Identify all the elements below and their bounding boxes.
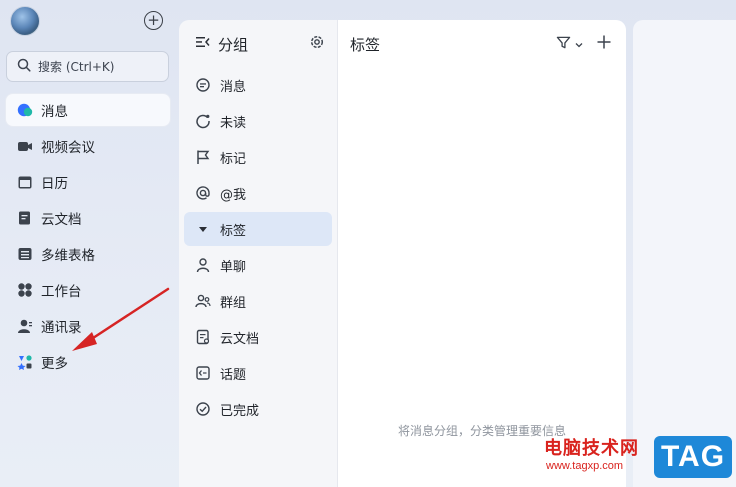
watermark-url: www.tagxp.com: [546, 460, 624, 472]
sidebar-item-label: 日历: [41, 176, 68, 192]
sidebar-item-label: 消息: [41, 104, 68, 120]
watermark-tag-logo: TAG: [654, 436, 732, 478]
collapse-sidebar-icon[interactable]: [195, 34, 211, 54]
group-item-groups[interactable]: 群组: [184, 284, 332, 318]
contacts-icon: [17, 318, 33, 334]
watermark: 电脑技术网 www.tagxp.com TAG: [540, 432, 736, 487]
group-item-done[interactable]: 已完成: [184, 392, 332, 426]
add-tag-button[interactable]: [596, 34, 612, 54]
plus-icon: [597, 35, 611, 49]
filter-icon: [556, 35, 571, 54]
group-item-label: 已完成: [220, 403, 260, 419]
chat-bubble-icon: [17, 102, 33, 118]
more-apps-icon: [17, 354, 33, 370]
add-button[interactable]: +: [144, 11, 163, 30]
sidebar-item-label: 通讯录: [41, 320, 82, 336]
at-icon: [195, 185, 211, 201]
group-item-flagged[interactable]: 标记: [184, 140, 332, 174]
chat-detail-pane: [633, 20, 736, 487]
group-item-label: 标记: [220, 151, 247, 167]
group-item-cloud-docs[interactable]: 云文档: [184, 320, 332, 354]
document-icon: [195, 329, 211, 345]
triangle-down-icon: [195, 221, 211, 237]
chevron-down-icon: [574, 35, 584, 54]
group-item-label: 话题: [220, 367, 247, 383]
sidebar-item-label: 工作台: [41, 284, 82, 300]
topic-icon: [195, 365, 211, 381]
plus-icon: +: [147, 11, 160, 29]
group-item-label: 标签: [220, 223, 247, 239]
message-icon: [195, 77, 211, 93]
group-list: 消息 未读 标记 @我 标签 单聊 群组 云文档 话题 已完成: [179, 68, 337, 426]
group-item-label: 云文档: [220, 331, 260, 347]
watermark-title: 电脑技术网: [544, 438, 639, 459]
group-item-label: 消息: [220, 79, 247, 95]
sidebar-item-bitable[interactable]: 多维表格: [6, 238, 170, 270]
group-icon: [195, 293, 211, 309]
sidebar-item-calendar[interactable]: 日历: [6, 166, 170, 198]
group-item-unread[interactable]: 未读: [184, 104, 332, 138]
gear-icon[interactable]: [309, 34, 325, 54]
group-panel-title: 分组: [218, 35, 249, 54]
sidebar-item-label: 视频会议: [41, 140, 95, 156]
search-input[interactable]: [38, 59, 158, 74]
cloud-doc-icon: [17, 210, 33, 226]
group-item-label: 未读: [220, 115, 247, 131]
sidebar-item-contacts[interactable]: 通讯录: [6, 310, 170, 342]
sidebar: + 消息 视频会议 日历: [0, 0, 178, 487]
group-item-label: 群组: [220, 295, 247, 311]
sidebar-item-cloud-docs[interactable]: 云文档: [6, 202, 170, 234]
content-header: 标签: [338, 20, 626, 68]
sidebar-item-workplace[interactable]: 工作台: [6, 274, 170, 306]
filter-dropdown-button[interactable]: [556, 35, 584, 54]
sidebar-item-more[interactable]: 更多: [6, 346, 170, 378]
group-item-mentions[interactable]: @我: [184, 176, 332, 210]
sidebar-item-label: 多维表格: [41, 248, 95, 264]
content-title: 标签: [350, 35, 381, 54]
group-item-label: @我: [220, 187, 247, 203]
search-icon: [17, 57, 31, 76]
group-item-label: 单聊: [220, 259, 247, 275]
tag-content-panel: 标签 将消息分组，分类管理重要信息: [338, 20, 626, 487]
group-panel-header: 分组: [179, 20, 337, 68]
grid-apps-icon: [17, 282, 33, 298]
check-circle-icon: [195, 401, 211, 417]
video-camera-icon: [17, 138, 33, 154]
group-item-direct-chats[interactable]: 单聊: [184, 248, 332, 282]
group-item-tags[interactable]: 标签: [184, 212, 332, 246]
sidebar-nav: 消息 视频会议 日历 云文档 多维表格 工作台 通讯录 更多: [6, 94, 170, 382]
calendar-icon: [17, 174, 33, 190]
sidebar-item-label: 更多: [41, 356, 68, 372]
search-box[interactable]: [6, 51, 169, 82]
sidebar-item-video-meeting[interactable]: 视频会议: [6, 130, 170, 162]
sidebar-item-label: 云文档: [41, 212, 82, 228]
table-icon: [17, 246, 33, 262]
avatar[interactable]: [10, 6, 40, 36]
flag-icon: [195, 149, 211, 165]
group-item-topics[interactable]: 话题: [184, 356, 332, 390]
unread-icon: [195, 113, 211, 129]
group-item-messages[interactable]: 消息: [184, 68, 332, 102]
person-icon: [195, 257, 211, 273]
group-panel: 分组 消息 未读 标记 @我 标签 单聊 群组 云文档 话题 已完成: [179, 20, 338, 487]
sidebar-item-messages[interactable]: 消息: [6, 94, 170, 126]
